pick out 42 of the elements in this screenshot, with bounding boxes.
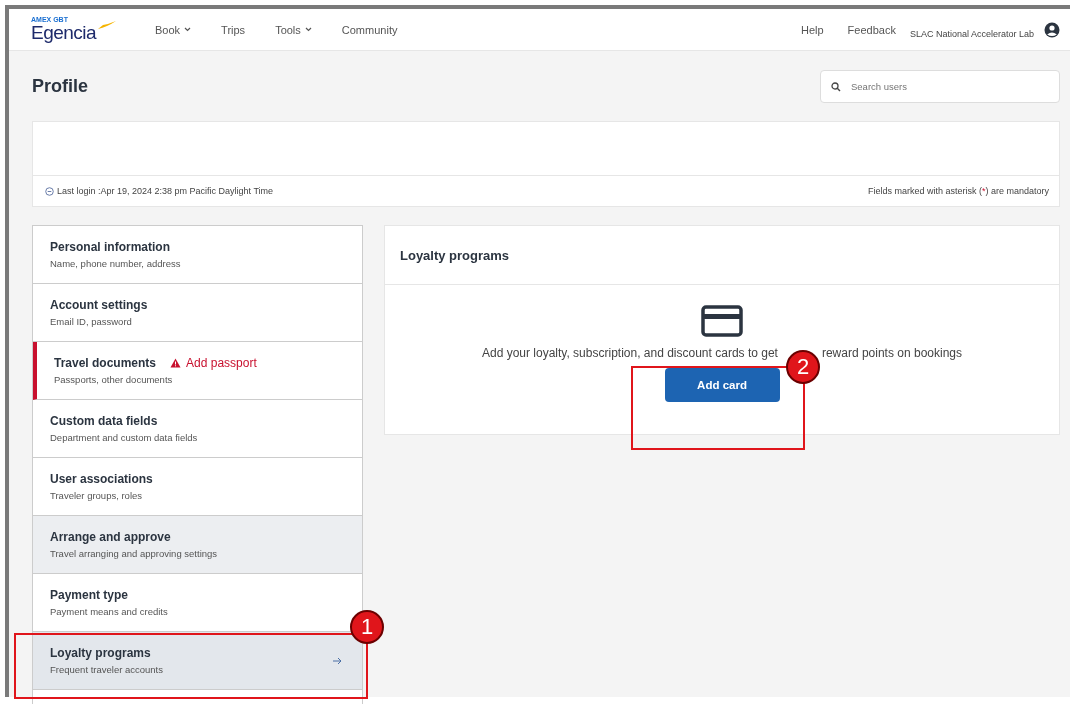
nav-menu-item[interactable]: Trips	[211, 23, 256, 36]
sidebar-item-title: Personal information	[50, 240, 171, 254]
sidebar-item-title: Payment type	[50, 588, 129, 602]
sidebar-item[interactable]: Travel documents Add passport Passports, other documents	[33, 342, 362, 400]
nav-link[interactable]: Help	[791, 23, 834, 36]
add-card-button[interactable]: Add card	[664, 368, 780, 402]
sidebar-item-title: Arrange and approve	[50, 530, 171, 544]
credit-card-icon	[701, 305, 743, 337]
step-number-badge: 1	[350, 610, 384, 644]
nav-menu-item[interactable]: Tools	[265, 23, 322, 36]
sidebar-item-title: User associations	[50, 472, 153, 486]
sidebar-item-title: Custom data fields	[50, 414, 158, 428]
sidebar-item[interactable]: Personal information Name, phone number, address	[33, 226, 362, 284]
search-field[interactable]: Search users	[820, 69, 1060, 103]
mandatory-fields-note: Fields marked with asterisk (*) are mandatory	[867, 186, 1049, 196]
sidebar-item-title: Travel documents	[54, 356, 157, 370]
nav-link[interactable]: Feedback	[837, 23, 906, 36]
sidebar-item-subtitle: Travel arranging and approving settings	[50, 548, 218, 559]
page-title: Profile	[32, 75, 88, 97]
add-passport-link[interactable]: Add passport	[170, 356, 257, 370]
account-name: SLAC National Accelerator Lab	[909, 28, 1034, 39]
sidebar-item[interactable]: Arrange and approve Travel arranging and approving settings	[33, 516, 362, 574]
search-icon	[831, 81, 841, 92]
nav-menu-item[interactable]: Book	[145, 23, 202, 36]
arrow-right-icon	[332, 656, 342, 665]
warning-icon	[170, 358, 182, 368]
user-account-icon[interactable]	[1044, 21, 1060, 38]
sidebar-item-subtitle: Name, phone number, address	[50, 258, 181, 269]
sidebar-item-subtitle: Frequent traveler accounts	[50, 664, 163, 675]
sidebar-item[interactable]: Loyalty programs Frequent traveler accounts	[33, 632, 362, 690]
last-login-text: Last login :Apr 19, 2024 2:38 pm Pacific Daylight Time	[57, 186, 274, 196]
sidebar-item-title: Account settings	[50, 298, 148, 312]
panel-title: Loyalty programs	[400, 247, 510, 263]
sidebar-item-subtitle: Traveler groups, roles	[50, 490, 144, 501]
sidebar-item-subtitle: Payment means and credits	[50, 606, 168, 617]
sidebar-item[interactable]: Account settings Email ID, password	[33, 284, 362, 342]
sidebar-item-subtitle: Email ID, password	[50, 316, 133, 327]
sidebar-item-subtitle: Department and custom data fields	[50, 432, 198, 443]
sidebar-item-title: Loyalty programs	[50, 646, 151, 660]
sidebar-item-subtitle: Passports, other documents	[54, 374, 174, 385]
nav-menu-item[interactable]: Community	[331, 23, 408, 36]
sidebar-item[interactable]: Custom data fields Department and custom data fields	[33, 400, 362, 458]
